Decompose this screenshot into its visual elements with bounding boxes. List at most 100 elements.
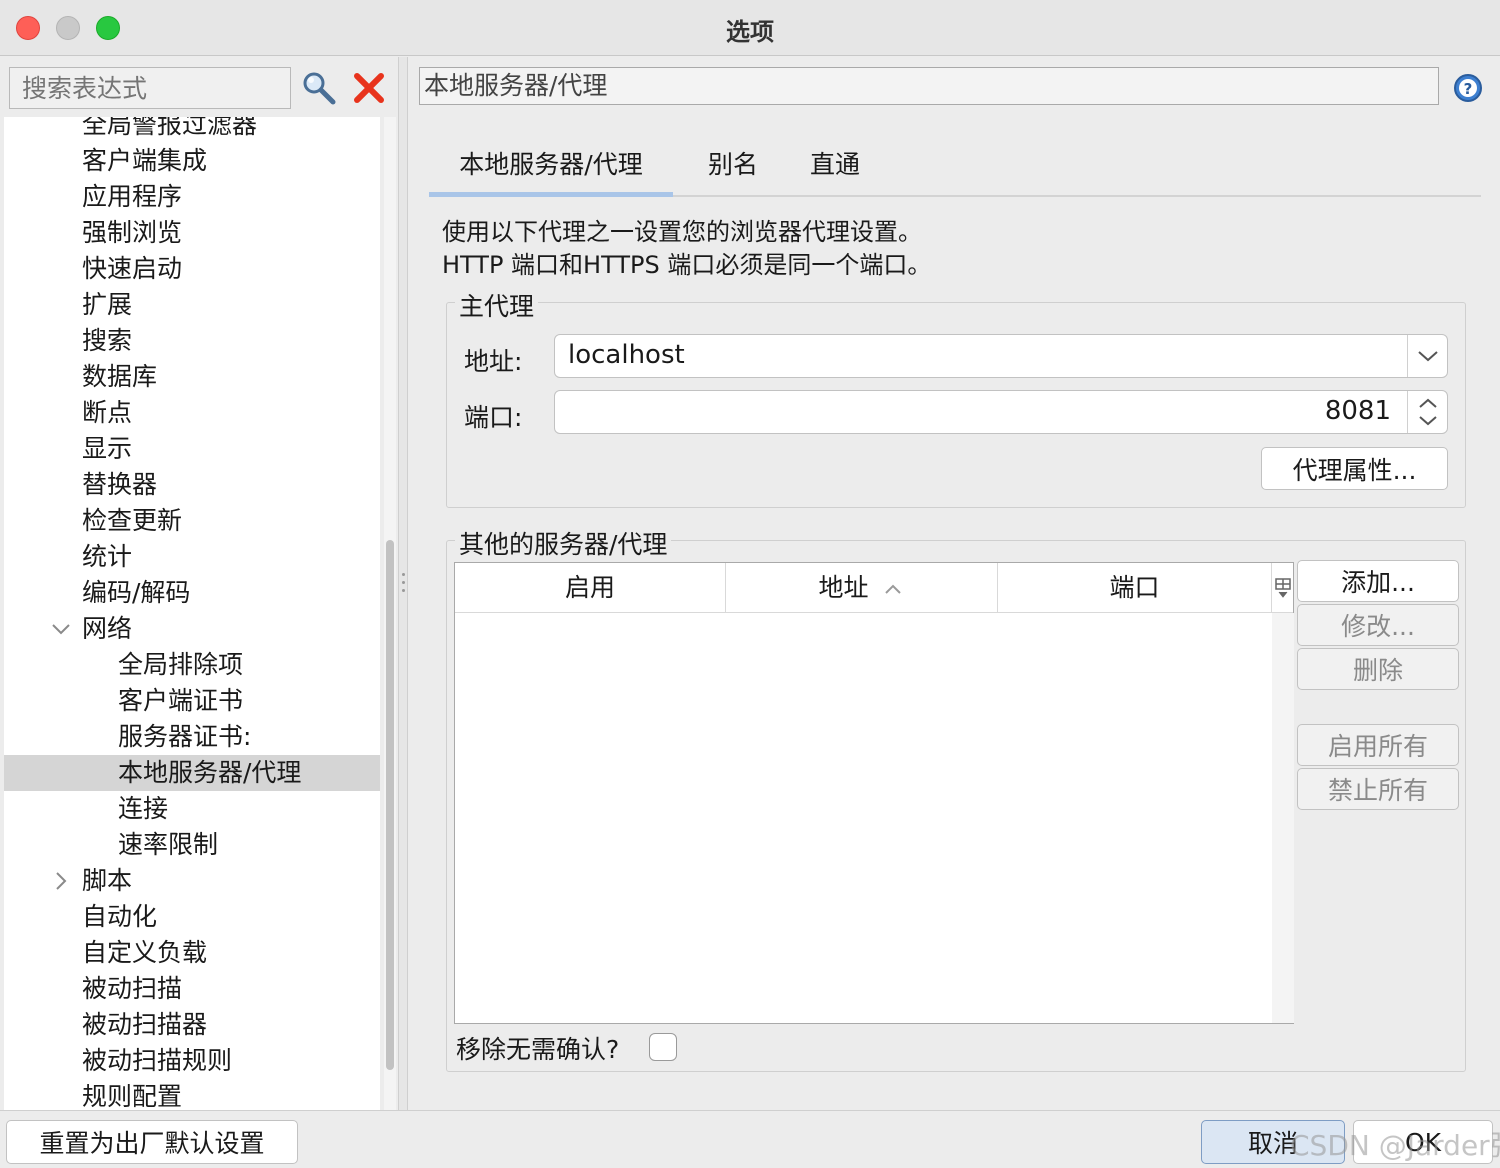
tree-item-label: 编码/解码 xyxy=(82,578,191,607)
tree-item[interactable]: 搜索 xyxy=(4,323,380,359)
tree-item[interactable]: 自定义负载 xyxy=(4,935,380,971)
enable-all-button[interactable]: 启用所有 xyxy=(1297,724,1459,766)
search-input[interactable] xyxy=(9,67,291,109)
tab-aliases[interactable]: 别名 xyxy=(691,141,775,197)
tree-item[interactable]: 断点 xyxy=(4,395,380,431)
column-header-port[interactable]: 端口 xyxy=(998,563,1272,613)
tree-item[interactable]: 客户端集成 xyxy=(4,143,380,179)
table-scrollbar[interactable] xyxy=(1272,613,1294,1023)
tree-item-label: 被动扫描 xyxy=(82,974,183,1003)
column-header-enabled[interactable]: 启用 xyxy=(455,563,726,613)
tree-item[interactable]: 连接 xyxy=(4,791,380,827)
tree-item-label: 服务器证书: xyxy=(118,722,252,751)
reset-defaults-button[interactable]: 重置为出厂默认设置 xyxy=(6,1120,298,1164)
search-button[interactable] xyxy=(300,69,338,107)
tree-item[interactable]: 脚本 xyxy=(4,863,380,899)
tab-bar: 本地服务器/代理 别名 直通 xyxy=(429,141,1481,197)
tree-item[interactable]: 统计 xyxy=(4,539,380,575)
tree-item[interactable]: 显示 xyxy=(4,431,380,467)
tree-item-label: 扩展 xyxy=(82,290,133,319)
tab-passthrough[interactable]: 直通 xyxy=(793,141,877,197)
tree-item[interactable]: 网络 xyxy=(4,611,380,647)
tab-local-proxy[interactable]: 本地服务器/代理 xyxy=(429,141,673,197)
tree-scrollbar[interactable] xyxy=(384,117,396,1110)
tree-item-label: 强制浏览 xyxy=(82,218,183,247)
port-spinner[interactable]: 8081 xyxy=(554,390,1448,434)
tree-item-label: 连接 xyxy=(118,794,169,823)
port-value: 8081 xyxy=(1324,396,1391,426)
tree-item-label: 数据库 xyxy=(82,362,158,391)
description-line-2: HTTP 端口和HTTPS 端口必须是同一个端口。 xyxy=(442,251,932,279)
up-down-arrows-icon xyxy=(1419,398,1437,426)
tree-item-label: 规则配置 xyxy=(82,1082,183,1110)
proxy-properties-button[interactable]: 代理属性... xyxy=(1261,447,1448,490)
tree-item[interactable]: 规则配置 xyxy=(4,1079,380,1110)
tree-item-label: 自定义负载 xyxy=(82,938,208,967)
tree-item-label: 脚本 xyxy=(82,866,133,895)
tree-item[interactable]: 强制浏览 xyxy=(4,215,380,251)
tree-item-label: 自动化 xyxy=(82,902,158,931)
tree-item-label: 被动扫描规则 xyxy=(82,1046,233,1075)
dialog-footer: 重置为出厂默认设置 取消 OK xyxy=(0,1110,1500,1168)
tree-item[interactable]: 客户端证书 xyxy=(4,683,380,719)
chevron-down-icon[interactable] xyxy=(48,611,74,647)
port-stepper-buttons[interactable] xyxy=(1407,391,1447,433)
tree-item[interactable]: 自动化 xyxy=(4,899,380,935)
tree-scrollbar-thumb[interactable] xyxy=(386,540,394,1070)
tree-item-label: 统计 xyxy=(82,542,133,571)
tree-item-label: 全局警报过滤器 xyxy=(82,117,258,139)
tree-item[interactable]: 本地服务器/代理 xyxy=(4,755,380,791)
column-chooser-button[interactable] xyxy=(1272,563,1293,613)
tree-item[interactable]: 被动扫描规则 xyxy=(4,1043,380,1079)
address-combobox[interactable]: localhost xyxy=(554,334,1448,378)
column-header-address[interactable]: 地址 xyxy=(726,563,998,613)
remove-confirm-checkbox[interactable] xyxy=(649,1033,677,1061)
tree-item[interactable]: 检查更新 xyxy=(4,503,380,539)
tree-item[interactable]: 扩展 xyxy=(4,287,380,323)
options-sidebar: 全局警报过滤器客户端集成应用程序强制浏览快速启动扩展搜索数据库断点显示替换器检查… xyxy=(0,57,396,1110)
other-proxies-title: 其他的服务器/代理 xyxy=(455,525,672,561)
tree-item[interactable]: 速率限制 xyxy=(4,827,380,863)
tree-item[interactable]: 全局警报过滤器 xyxy=(4,117,380,143)
clear-search-button[interactable] xyxy=(350,69,388,107)
tree-item-label: 显示 xyxy=(82,434,133,463)
tree-item[interactable]: 数据库 xyxy=(4,359,380,395)
help-button[interactable]: ? xyxy=(1453,73,1483,103)
help-icon: ? xyxy=(1454,74,1482,102)
tree-item[interactable]: 编码/解码 xyxy=(4,575,380,611)
tree-item-label: 网络 xyxy=(82,614,133,643)
tree-item-label: 客户端集成 xyxy=(82,146,208,175)
options-content: 本地服务器/代理 ? 本地服务器/代理 别名 直通 使用以下代理之一设置您的浏览… xyxy=(409,57,1500,1110)
tree-item-label: 被动扫描器 xyxy=(82,1010,208,1039)
main-proxy-title: 主代理 xyxy=(455,287,539,323)
tree-item-label: 客户端证书 xyxy=(118,686,244,715)
tree-item[interactable]: 服务器证书: xyxy=(4,719,380,755)
tree-item[interactable]: 被动扫描器 xyxy=(4,1007,380,1043)
tree-item[interactable]: 替换器 xyxy=(4,467,380,503)
tree-item[interactable]: 全局排除项 xyxy=(4,647,380,683)
sort-ascending-icon xyxy=(885,584,902,594)
description-line-1: 使用以下代理之一设置您的浏览器代理设置。 xyxy=(442,218,922,246)
disable-all-button[interactable]: 禁止所有 xyxy=(1297,768,1459,810)
modify-proxy-button[interactable]: 修改... xyxy=(1297,604,1459,646)
add-proxy-button[interactable]: 添加... xyxy=(1297,560,1459,602)
tree-item[interactable]: 被动扫描 xyxy=(4,971,380,1007)
tree-item-label: 应用程序 xyxy=(82,182,183,211)
tree-item-label: 速率限制 xyxy=(118,830,219,859)
split-pane-divider[interactable] xyxy=(398,57,408,1110)
tree-item[interactable]: 应用程序 xyxy=(4,179,380,215)
remove-proxy-button[interactable]: 删除 xyxy=(1297,648,1459,690)
chevron-right-icon[interactable] xyxy=(48,863,74,899)
magnifier-icon xyxy=(303,72,336,105)
other-proxies-table[interactable]: 启用 地址 端口 xyxy=(454,562,1294,1024)
red-x-icon xyxy=(354,73,384,103)
options-tree-list: 全局警报过滤器客户端集成应用程序强制浏览快速启动扩展搜索数据库断点显示替换器 检查… xyxy=(4,117,380,1110)
address-value: localhost xyxy=(568,340,685,370)
chevron-down-icon xyxy=(1418,351,1438,362)
window-title: 选项 xyxy=(726,18,774,46)
svg-text:?: ? xyxy=(1464,80,1473,98)
tree-item-label: 断点 xyxy=(82,398,133,427)
address-dropdown-button[interactable] xyxy=(1407,335,1447,377)
address-label: 地址: xyxy=(464,347,523,376)
tree-item[interactable]: 快速启动 xyxy=(4,251,380,287)
